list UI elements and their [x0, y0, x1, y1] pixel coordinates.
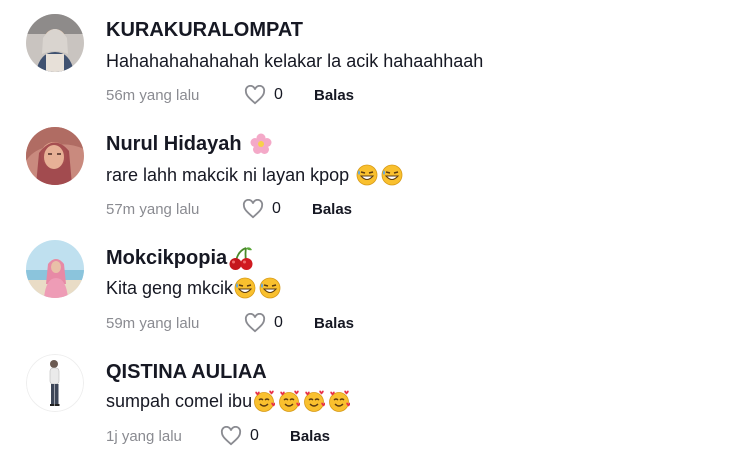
- smiling-hearts-icon: [253, 390, 276, 412]
- like-button[interactable]: 0: [244, 85, 314, 105]
- reply-button[interactable]: Balas: [314, 87, 354, 104]
- like-count: 0: [274, 86, 283, 103]
- comment-item: KURAKURALOMPAT Hahahahahahahah kelakar l…: [0, 0, 744, 114]
- smiling-hearts-icon: [328, 390, 351, 412]
- comment-meta: 1j yang lalu 0 Balas: [106, 425, 330, 447]
- comment-item: Mokcikpopia Kita geng mkcik 59m yang lal…: [0, 228, 744, 342]
- like-button[interactable]: 0: [242, 199, 312, 219]
- username[interactable]: Mokcikpopia: [106, 244, 254, 272]
- username[interactable]: QISTINA AULIAA: [106, 359, 267, 385]
- grinning-sweat-icon: [356, 164, 378, 186]
- username[interactable]: KURAKURALOMPAT: [106, 18, 303, 42]
- grinning-sweat-icon: [259, 277, 281, 299]
- reply-button[interactable]: Balas: [290, 428, 330, 445]
- reply-button[interactable]: Balas: [312, 201, 352, 218]
- comment-time: 59m yang lalu: [106, 314, 200, 332]
- username-text: Nurul Hidayah: [106, 132, 242, 155]
- like-count: 0: [274, 314, 283, 331]
- smiling-hearts-icon: [303, 390, 326, 412]
- comment-text: Hahahahahahahah kelakar la acik hahaahha…: [106, 49, 483, 73]
- pink-flower-icon: [250, 133, 272, 155]
- heart-icon: [244, 85, 266, 105]
- comment-time: 56m yang lalu: [106, 86, 200, 104]
- username-text: KURAKURALOMPAT: [106, 18, 304, 41]
- avatar[interactable]: [26, 14, 84, 72]
- comment-text: Kita geng mkcik: [106, 276, 281, 300]
- comment-item: Nurul Hidayah rare lahh makcik ni layan …: [0, 114, 744, 228]
- comment-text: rare lahh makcik ni layan kpop: [106, 163, 403, 187]
- reply-button[interactable]: Balas: [314, 315, 354, 332]
- username[interactable]: Nurul Hidayah: [106, 131, 272, 157]
- heart-icon: [244, 313, 266, 333]
- avatar[interactable]: [26, 354, 84, 412]
- like-button[interactable]: 0: [244, 313, 314, 333]
- avatar[interactable]: [26, 240, 84, 298]
- smiling-hearts-icon: [278, 390, 301, 412]
- grinning-sweat-icon: [381, 164, 403, 186]
- like-count: 0: [272, 200, 281, 217]
- comment-item: QISTINA AULIAA sumpah comel ibu 1j yang …: [0, 342, 744, 456]
- comment-text-content: Kita geng mkcik: [106, 277, 234, 298]
- comment-meta: 59m yang lalu 0 Balas: [106, 312, 354, 334]
- comment-text-content: rare lahh makcik ni layan kpop: [106, 164, 350, 185]
- username-text: QISTINA AULIAA: [106, 360, 267, 383]
- like-count: 0: [250, 427, 259, 444]
- grinning-sweat-icon: [234, 277, 256, 299]
- heart-icon: [242, 199, 264, 219]
- comment-meta: 56m yang lalu 0 Balas: [106, 84, 354, 106]
- comment-time: 1j yang lalu: [106, 427, 182, 445]
- avatar[interactable]: [26, 127, 84, 185]
- comment-text-content: Hahahahahahahah kelakar la acik hahaahha…: [106, 50, 484, 71]
- like-button[interactable]: 0: [220, 426, 290, 446]
- cherries-icon: [228, 245, 254, 271]
- username-text: Mokcikpopia: [106, 246, 228, 269]
- comment-text: sumpah comel ibu: [106, 389, 351, 413]
- heart-icon: [220, 426, 242, 446]
- comment-text-content: sumpah comel ibu: [106, 390, 253, 411]
- comment-meta: 57m yang lalu 0 Balas: [106, 198, 352, 220]
- comment-time: 57m yang lalu: [106, 200, 200, 218]
